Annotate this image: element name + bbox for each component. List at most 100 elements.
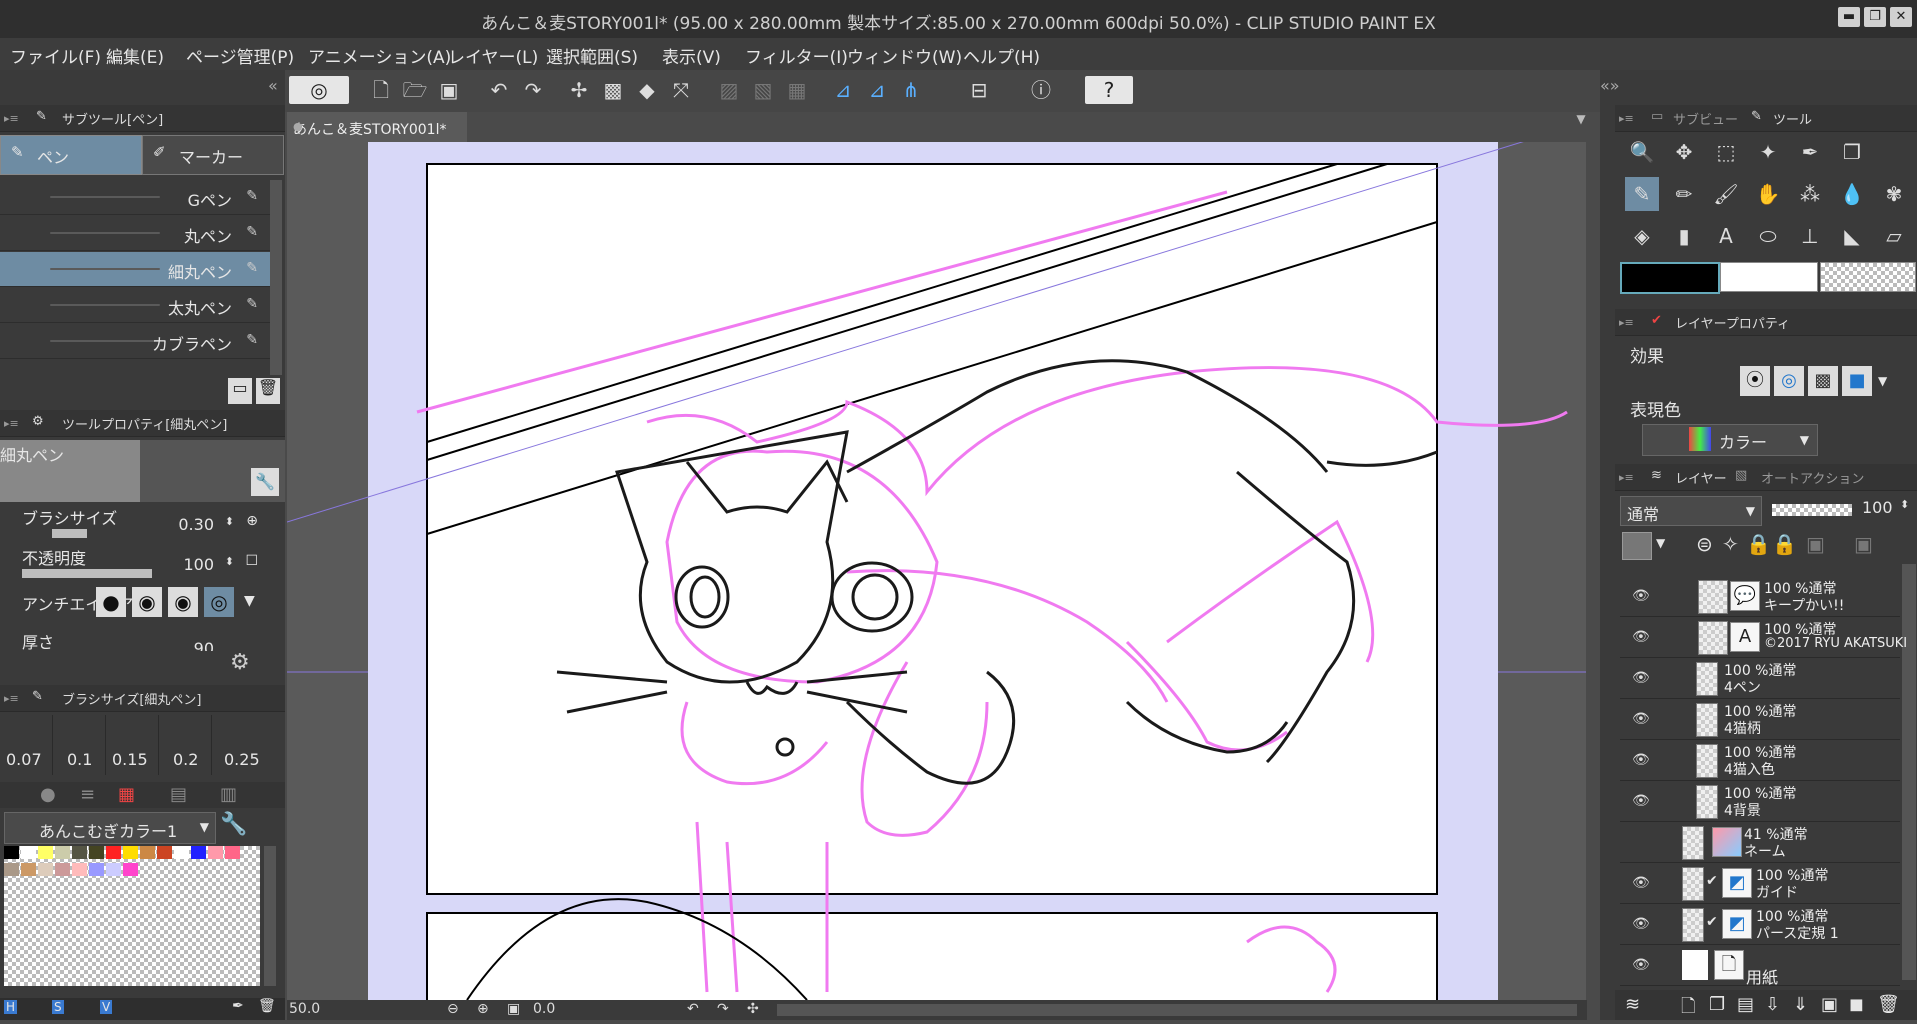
document-tab[interactable]: あんこ＆麦STORY001l* ● <box>287 112 467 142</box>
show-selection-icon[interactable]: ▦ <box>783 76 811 104</box>
color-swatch[interactable] <box>4 846 19 859</box>
decoration-tool-icon[interactable]: ✾ <box>1877 177 1911 211</box>
clear-icon[interactable]: ✢ <box>565 76 593 104</box>
settings-icon[interactable]: ✎ <box>246 332 258 348</box>
layer-folder-row[interactable] <box>1620 564 1900 574</box>
lock-alpha-icon[interactable]: 🔒 <box>1772 532 1797 556</box>
rotate-right-icon[interactable]: ↷ <box>717 1001 729 1017</box>
zoom-tool-icon[interactable]: 🔍 <box>1625 135 1659 169</box>
airbrush-tool-icon[interactable]: ⁂ <box>1793 177 1827 211</box>
collapse-left-icon[interactable]: « <box>268 76 278 95</box>
color-swatch[interactable] <box>89 863 104 876</box>
zoom-in-icon[interactable]: ⊕ <box>477 1001 489 1017</box>
brush-size-property[interactable]: ブラシサイズ 0.30 ⬍ ⊕ <box>0 503 270 543</box>
tab-subview[interactable]: サブビュー <box>1673 109 1738 128</box>
layout-icon[interactable]: ⊟ <box>965 76 993 104</box>
size-preset[interactable]: 0.25 <box>212 715 268 775</box>
eye-icon[interactable]: 👁 <box>1632 629 1650 645</box>
clip-icon[interactable]: ⊜ <box>1696 532 1713 556</box>
layer-row[interactable]: 👁 100 %通常 4猫入色 <box>1620 740 1900 781</box>
minimize-button[interactable]: ▬ <box>1838 7 1860 27</box>
layer-row[interactable]: 👁 💬 100 %通常 キープかい!! <box>1620 576 1900 617</box>
layer-row[interactable]: 👁 100 %通常 4猫柄 <box>1620 699 1900 740</box>
wrench-icon[interactable]: 🔧 <box>251 468 279 496</box>
snap-ruler-icon[interactable]: ⊿ <box>829 76 857 104</box>
eye-icon[interactable]: 👁 <box>1632 875 1650 891</box>
help-icon[interactable]: ? <box>1085 76 1133 104</box>
color-swatch[interactable] <box>106 846 121 859</box>
checkbox-icon[interactable]: ☐ <box>245 553 258 569</box>
close-button[interactable]: ✕ <box>1890 7 1912 27</box>
opacity-value[interactable]: 100 <box>183 555 214 574</box>
save-icon[interactable]: ▣ <box>435 76 463 104</box>
delete-layer-icon[interactable]: 🗑 <box>1877 994 1900 1015</box>
new-folder-icon[interactable]: ▤ <box>1737 994 1754 1015</box>
brush-tool-icon[interactable]: 🖌 <box>1709 177 1743 211</box>
dropdown-icon[interactable]: ▼ <box>1878 374 1887 388</box>
pressure-icon[interactable]: ⊕ <box>246 513 258 529</box>
canvas-vertical-scrollbar[interactable] <box>1586 112 1600 1000</box>
opacity-slider[interactable] <box>22 569 152 578</box>
brush-hosomaru-pen[interactable]: 細丸ペン ✎ <box>0 252 270 287</box>
antialias-mid-icon[interactable]: ◉ <box>168 587 198 617</box>
brush-kabura-pen[interactable]: カブラペン ✎ <box>0 324 270 359</box>
check-icon[interactable]: ✔ <box>1706 914 1718 930</box>
gradient-tool-icon[interactable]: ▮ <box>1667 219 1701 253</box>
layer-color-swatch[interactable] <box>1622 532 1652 560</box>
redo-icon[interactable]: ↷ <box>519 76 547 104</box>
settings-icon[interactable]: ✎ <box>246 224 258 240</box>
color-set-select[interactable]: あんこむぎカラー1 ▼ <box>4 812 216 844</box>
maximize-button[interactable]: ❐ <box>1864 7 1886 27</box>
magic-wand-icon[interactable]: ✦ <box>1751 135 1785 169</box>
color-swatch[interactable] <box>208 846 223 859</box>
ruler-tool-icon[interactable]: ⊥ <box>1793 219 1827 253</box>
tab-auto-action[interactable]: オートアクション <box>1761 468 1864 487</box>
color-swatch[interactable] <box>38 846 53 859</box>
tab-pen[interactable]: ✎ ペン <box>0 135 142 175</box>
snap-grid-icon[interactable]: ⋔ <box>897 76 925 104</box>
color-swatch[interactable] <box>157 846 172 859</box>
color-swatch[interactable] <box>21 846 36 859</box>
antialias-strong-icon[interactable]: ◎ <box>204 587 234 617</box>
menu-filter[interactable]: フィルター(I) <box>745 43 848 68</box>
menu-selection[interactable]: 選択範囲(S) <box>546 43 638 68</box>
brush-g-pen[interactable]: Gペン ✎ <box>0 180 270 215</box>
line-correct-tool-icon[interactable]: ◣ <box>1835 219 1869 253</box>
angle-value[interactable]: 0.0 <box>533 1001 555 1017</box>
color-swatch[interactable] <box>174 846 189 859</box>
copy-subtool-icon[interactable]: ▭ <box>228 378 252 404</box>
color-slider-tab-icon[interactable]: ≡ <box>80 784 95 805</box>
panel-menu-icon[interactable]: ▸≡ <box>4 692 19 705</box>
invert-selection-icon[interactable]: ▧ <box>749 76 777 104</box>
color-swatch[interactable] <box>225 846 240 859</box>
clip-studio-icon[interactable]: ◎ <box>289 76 349 104</box>
panel-menu-icon[interactable]: ▸≡ <box>4 417 19 430</box>
wrench-icon[interactable]: 🔧 <box>220 812 247 837</box>
new-vector-icon[interactable]: ❐ <box>1709 994 1725 1015</box>
apply-mask-icon[interactable]: ◼ <box>1849 994 1864 1015</box>
layer-row[interactable]: 41 %通常 ネーム <box>1620 822 1900 863</box>
layer-row[interactable]: 👁 A 100 %通常 ©2017 RYU AKATSUKI <box>1620 617 1907 658</box>
color-swatch[interactable] <box>55 863 70 876</box>
color-swatch[interactable] <box>140 846 155 859</box>
object-tool-icon[interactable]: ❐ <box>1835 135 1869 169</box>
layer-opacity-value[interactable]: 100 <box>1862 498 1893 517</box>
antialias-none-icon[interactable]: ● <box>96 587 126 617</box>
water-tool-icon[interactable]: 💧 <box>1835 177 1869 211</box>
color-swatch[interactable] <box>72 863 87 876</box>
layer-row[interactable]: 👁 ✔ ◩ 100 %通常 パース定規 1 <box>1620 904 1900 945</box>
color-set-tab-icon[interactable]: ▦ <box>118 784 135 805</box>
thickness-value[interactable]: 90 <box>194 639 214 651</box>
color-swatch[interactable] <box>123 846 138 859</box>
eye-icon[interactable]: 👁 <box>1632 670 1650 686</box>
spin-icon[interactable]: ⬍ <box>225 555 234 568</box>
pen-tool-icon[interactable]: ✎ <box>1625 177 1659 211</box>
figure-tool-icon[interactable]: ⬭ <box>1751 219 1785 253</box>
close-tab-icon[interactable]: ● <box>293 120 461 133</box>
eye-icon[interactable]: 👁 <box>1632 588 1650 604</box>
fit-icon[interactable]: ▣ <box>507 1001 520 1017</box>
merge-icon[interactable]: ⇓ <box>1793 994 1808 1015</box>
layer-color-icon[interactable]: ■ <box>1842 366 1872 396</box>
antialias-property[interactable]: アンチエイリアス ● ◉ ◉ ◎ ▼ <box>0 583 270 627</box>
panel-menu-icon[interactable]: ▸≡ <box>1619 316 1634 329</box>
